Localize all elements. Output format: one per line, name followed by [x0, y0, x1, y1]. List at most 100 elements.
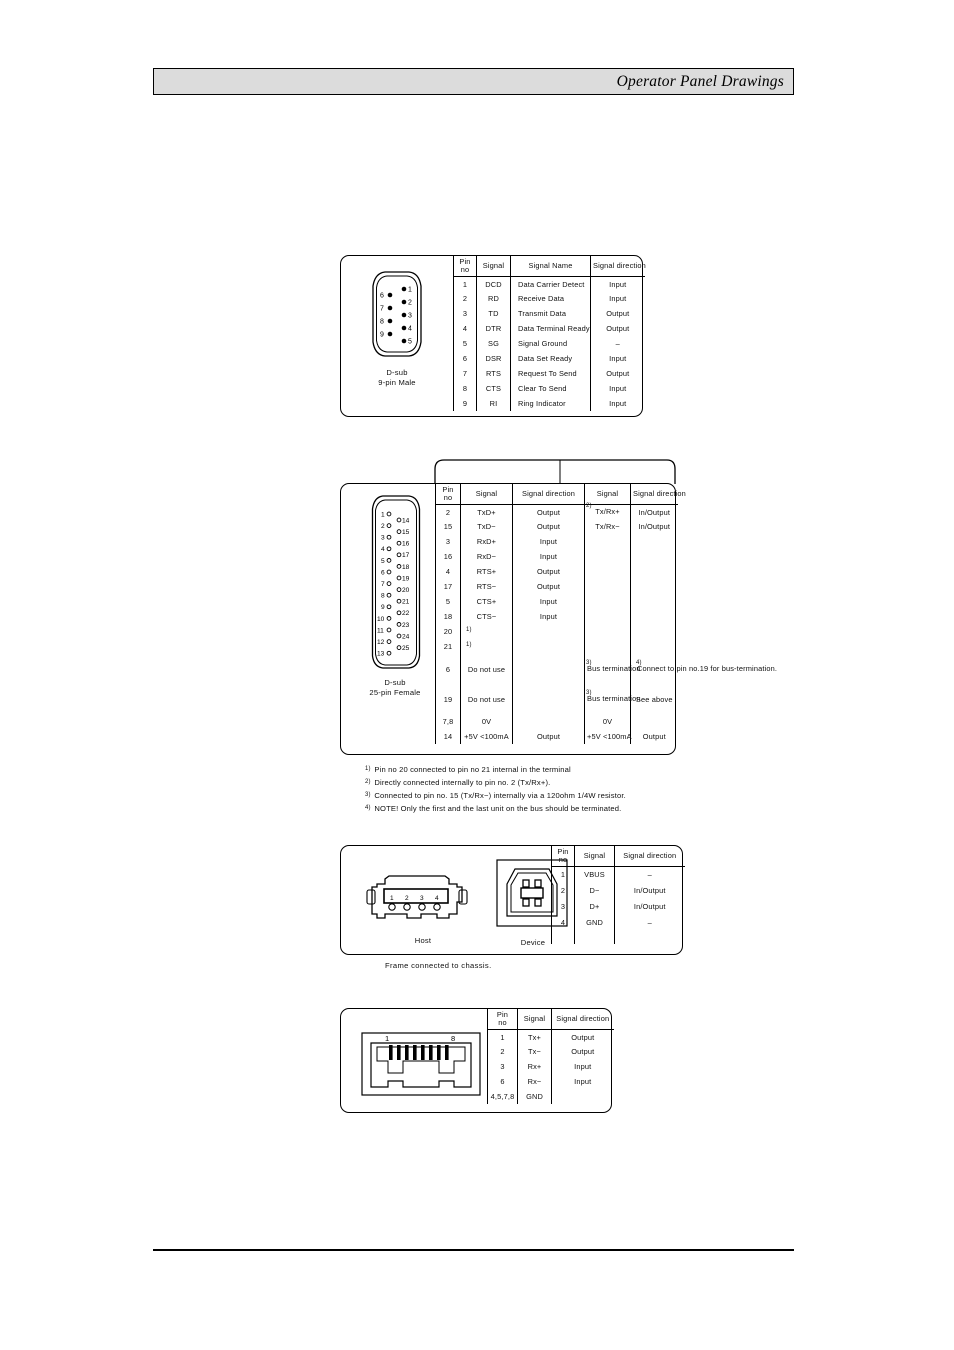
cell-pin-no: 18	[435, 609, 461, 625]
ethernet-pin-table: Pin no Signal Signal direction 1 Tx+ Outpu…	[487, 1009, 614, 1105]
pin-number: 7	[381, 581, 385, 588]
footnote-marker: 2)	[365, 778, 371, 785]
cell-pin-no: 15	[435, 519, 461, 535]
pin-dot	[396, 587, 402, 592]
cell-pin-no: 3	[487, 1059, 518, 1075]
table-row: 6 Do not use 3) Bus termination 4) Connect to…	[435, 654, 777, 685]
cell-signal-b	[584, 609, 631, 625]
cell-pin-no: 4	[435, 564, 461, 580]
table-row: 4 GND –	[551, 914, 685, 931]
cell-pin-no: 6	[453, 351, 477, 367]
pin-number: 12	[377, 639, 385, 646]
footnote-text: Connected to pin no. 15 (Tx/Rx−) interna…	[372, 791, 626, 801]
pin-number: 22	[402, 610, 410, 617]
pin-dot	[396, 622, 402, 627]
cell-pin-no: 2	[551, 882, 575, 899]
dsub9-col-signal-direction: Signal direction	[590, 256, 646, 277]
cell-pin-no: 5	[453, 336, 477, 352]
dsub25-notes: 1) Pin no 20 connected to pin no 21 inte…	[365, 763, 785, 815]
pin-dot	[396, 517, 402, 523]
footnote-marker: 3)	[586, 690, 592, 697]
footnote-4: 4) NOTE! Only the first and the last uni…	[365, 802, 785, 815]
footnote-text: Pin no 20 connected to pin no 21 interna…	[372, 765, 571, 774]
cell-direction-a	[512, 624, 585, 640]
dsub9-table-header-row: Pin no Signal Signal Name Signal directi…	[453, 256, 646, 277]
dsub9-caption-line2: 9-pin Male	[378, 378, 416, 388]
cell-signal-a: 1)	[460, 639, 513, 655]
table-row: 9 RI Ring Indicator Input	[453, 396, 645, 412]
pin-number: 8	[381, 593, 385, 600]
cell-signal: GND	[517, 1089, 552, 1105]
cell-signal-b	[584, 564, 631, 580]
cell-signal-direction: –	[614, 914, 685, 931]
cell-signal-b	[584, 549, 631, 565]
rj45-contact	[421, 1045, 425, 1060]
table-row: 2 D− In/Output	[551, 882, 685, 899]
pin-number: 23	[402, 622, 410, 629]
footnote-marker: 4)	[636, 660, 642, 667]
pin-dot	[386, 511, 392, 517]
pin-dot	[386, 558, 392, 563]
footnote-text: NOTE! Only the first and the last unit o…	[372, 804, 622, 814]
usb-pin-number: 2	[405, 895, 409, 902]
usb-host-figure: 1 2 3 4 Host	[363, 870, 483, 946]
pin-dot	[396, 610, 402, 616]
cell-signal-b	[584, 594, 631, 610]
rj45-contact	[405, 1045, 409, 1060]
cell-pin-no: 4,5,7,8	[487, 1089, 518, 1105]
cell-direction-a: Output	[512, 729, 585, 745]
rj45-contact	[437, 1045, 441, 1060]
cell-signal-direction: Output	[590, 366, 645, 382]
footnote-text: Directly connected internally to pin no.…	[372, 778, 551, 788]
cell-signal-name: Receive Data	[510, 291, 591, 307]
table-row: 4,5,7,8 GND	[487, 1089, 614, 1105]
rj45-contact	[413, 1045, 417, 1060]
cell-signal-name: Transmit Data	[510, 306, 591, 322]
usb-pin-number: 3	[420, 895, 424, 902]
cell-signal-direction: Input	[590, 291, 645, 307]
pin-dot	[386, 569, 392, 575]
dsub9-connector-svg: 1 2 3 4 5 6 7 8 9	[372, 271, 422, 357]
table-row: 7,8 0V 0V	[435, 714, 678, 730]
usb-contact	[418, 903, 426, 911]
pin-number: 25	[402, 645, 410, 652]
cell-pin-no: 7,8	[435, 714, 461, 730]
cell-signal: D+	[574, 898, 615, 915]
cell-direction-b	[630, 594, 678, 610]
table-row: 3 Rx+ Input	[487, 1059, 614, 1075]
table-row: 2 RD Receive Data Input	[453, 291, 645, 307]
cell-direction-b: Output	[630, 729, 678, 745]
cell-signal: D−	[574, 882, 615, 899]
cell-signal-a: TxD+	[460, 504, 513, 520]
pin-dot	[386, 639, 392, 644]
cell-signal: TD	[476, 306, 511, 322]
pin-dot	[386, 581, 392, 586]
cell-pin-no: 2	[487, 1044, 518, 1060]
usb-contact	[433, 903, 441, 911]
pin-number: 18	[402, 564, 410, 571]
table-row: 5 SG Signal Ground –	[453, 336, 645, 352]
footnote-marker: 3)	[365, 791, 371, 798]
cell-pin-no: 9	[453, 396, 477, 412]
cell-direction-a: Input	[512, 534, 585, 550]
cell-pin-no: 1	[487, 1029, 518, 1045]
cell-direction-a: Output	[512, 504, 585, 520]
pin-number: 1	[381, 511, 385, 518]
cell-pin-no: 4	[453, 321, 477, 337]
dsub25-table-header-row: Pin no Signal Signal direction Signal Si…	[435, 484, 686, 505]
pin-number: 14	[402, 517, 410, 524]
cell-direction-b	[630, 534, 678, 550]
pin-number: 16	[402, 541, 410, 548]
table-row-filler	[551, 930, 685, 945]
dsub25-group-header-bracket	[434, 458, 676, 484]
cell-direction-b	[630, 639, 678, 655]
cell-pin-no: 2	[453, 291, 477, 307]
dsub9-connector-figure: 1 2 3 4 5 6 7 8 9 D-sub 9-pin Male	[349, 268, 445, 389]
pin-dot	[386, 523, 392, 528]
pin-number: 19	[402, 575, 410, 582]
pin-dot	[396, 552, 402, 558]
cell-direction-b	[630, 609, 678, 625]
table-row: 3 RxD+ Input	[435, 534, 678, 550]
table-row: 14 +5V <100mA Output +5V <100mA Output	[435, 729, 678, 745]
pin-dot	[396, 564, 402, 569]
